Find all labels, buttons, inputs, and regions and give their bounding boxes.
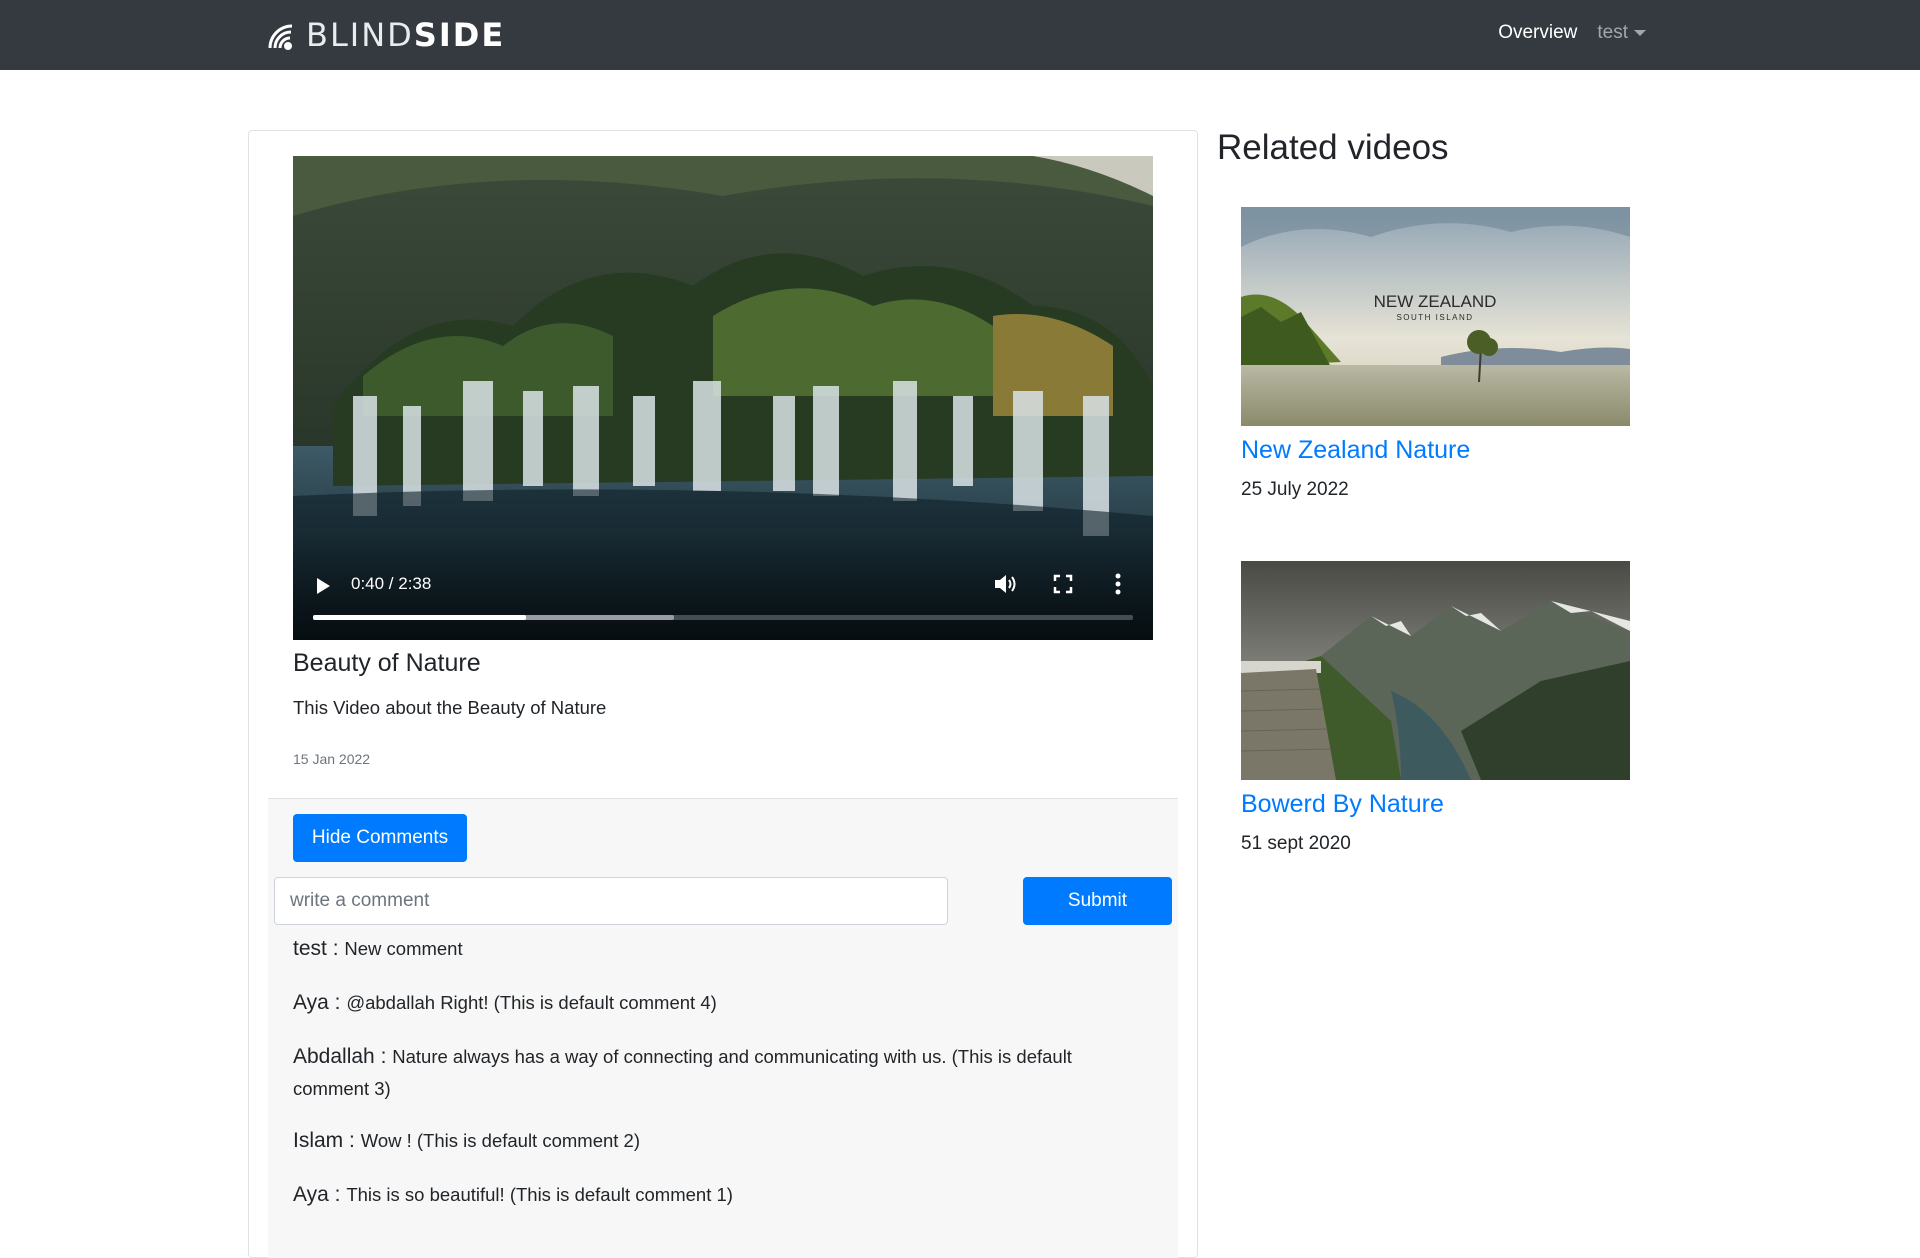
nav-links: Overview test xyxy=(1498,22,1646,44)
brand-name-light: BLIND xyxy=(306,16,414,54)
comment-text: Wow ! (This is default comment 2) xyxy=(360,1130,641,1151)
related-video-card[interactable]: Bowerd By Nature 51 sept 2020 xyxy=(1241,561,1630,855)
video-time: 0:40 / 2:38 xyxy=(351,574,432,593)
comment-text: This is so beautiful! (This is default c… xyxy=(346,1184,733,1205)
brand-name-bold: SIDE xyxy=(413,16,506,54)
thumbnail-image-fjord xyxy=(1241,561,1630,780)
comment-item: Aya : This is so beautiful! (This is def… xyxy=(293,1183,733,1206)
comment-item: Abdallah : Nature always has a way of co… xyxy=(293,1045,1072,1099)
video-progress-bar[interactable] xyxy=(313,615,1133,620)
comment-item: test : New comment xyxy=(293,937,463,960)
video-played-bar xyxy=(313,615,527,620)
related-video-card[interactable]: NEW ZEALAND SOUTH ISLAND New Zealand Nat… xyxy=(1241,207,1630,501)
comment-input[interactable] xyxy=(274,877,948,925)
thumbnail-title-text: NEW ZEALAND xyxy=(1374,292,1497,311)
brand-name: BLINDSIDE xyxy=(306,16,505,54)
related-video-thumbnail[interactable]: NEW ZEALAND SOUTH ISLAND xyxy=(1241,207,1630,426)
video-description: This Video about the Beauty of Nature xyxy=(293,697,607,718)
fullscreen-icon[interactable] xyxy=(1053,574,1073,594)
comment-text: @abdallah Right! (This is default commen… xyxy=(346,992,717,1013)
play-icon[interactable] xyxy=(317,578,330,594)
video-date: 15 Jan 2022 xyxy=(293,751,371,767)
related-video-thumbnail[interactable] xyxy=(1241,561,1630,780)
thumbnail-subtitle-text: SOUTH ISLAND xyxy=(1396,313,1473,322)
related-video-date: 51 sept 2020 xyxy=(1241,833,1351,854)
video-card: 0:40 / 2:38 Beauty of Nature This Video … xyxy=(248,130,1198,1258)
related-video-date: 25 July 2022 xyxy=(1241,479,1349,500)
comments-section: Hide Comments Submit test : New comment … xyxy=(268,798,1178,1258)
brand-icon xyxy=(268,24,293,50)
user-dropdown[interactable]: test xyxy=(1597,22,1646,44)
submit-comment-button[interactable]: Submit xyxy=(1023,877,1172,925)
comment-text: New comment xyxy=(344,938,463,959)
comment-author: Abdallah xyxy=(293,1045,375,1068)
comment-author: Islam xyxy=(293,1129,344,1152)
comment-text: Nature always has a way of connecting an… xyxy=(293,1046,1072,1099)
more-options-icon[interactable] xyxy=(1115,572,1121,596)
video-title: Beauty of Nature xyxy=(293,649,481,677)
related-videos-heading: Related videos xyxy=(1217,128,1449,167)
caret-down-icon xyxy=(1634,30,1646,36)
comment-item: Islam : Wow ! (This is default comment 2… xyxy=(293,1129,641,1152)
comment-author: Aya xyxy=(293,991,329,1014)
comment-item: Aya : @abdallah Right! (This is default … xyxy=(293,991,717,1014)
volume-icon[interactable] xyxy=(993,572,1019,596)
related-video-title[interactable]: New Zealand Nature xyxy=(1241,436,1630,465)
comment-author: test xyxy=(293,937,327,960)
brand-logo[interactable]: BLINDSIDE xyxy=(266,16,505,54)
related-video-title[interactable]: Bowerd By Nature xyxy=(1241,790,1630,819)
video-controls: 0:40 / 2:38 xyxy=(293,530,1153,640)
video-player[interactable]: 0:40 / 2:38 xyxy=(293,156,1153,640)
user-dropdown-label: test xyxy=(1597,22,1628,43)
hide-comments-button[interactable]: Hide Comments xyxy=(293,814,467,862)
comment-author: Aya xyxy=(293,1183,329,1206)
thumbnail-image-lake: NEW ZEALAND SOUTH ISLAND xyxy=(1241,207,1630,426)
nav-overview-link[interactable]: Overview xyxy=(1498,22,1577,44)
navbar: BLINDSIDE Overview test xyxy=(0,0,1920,70)
